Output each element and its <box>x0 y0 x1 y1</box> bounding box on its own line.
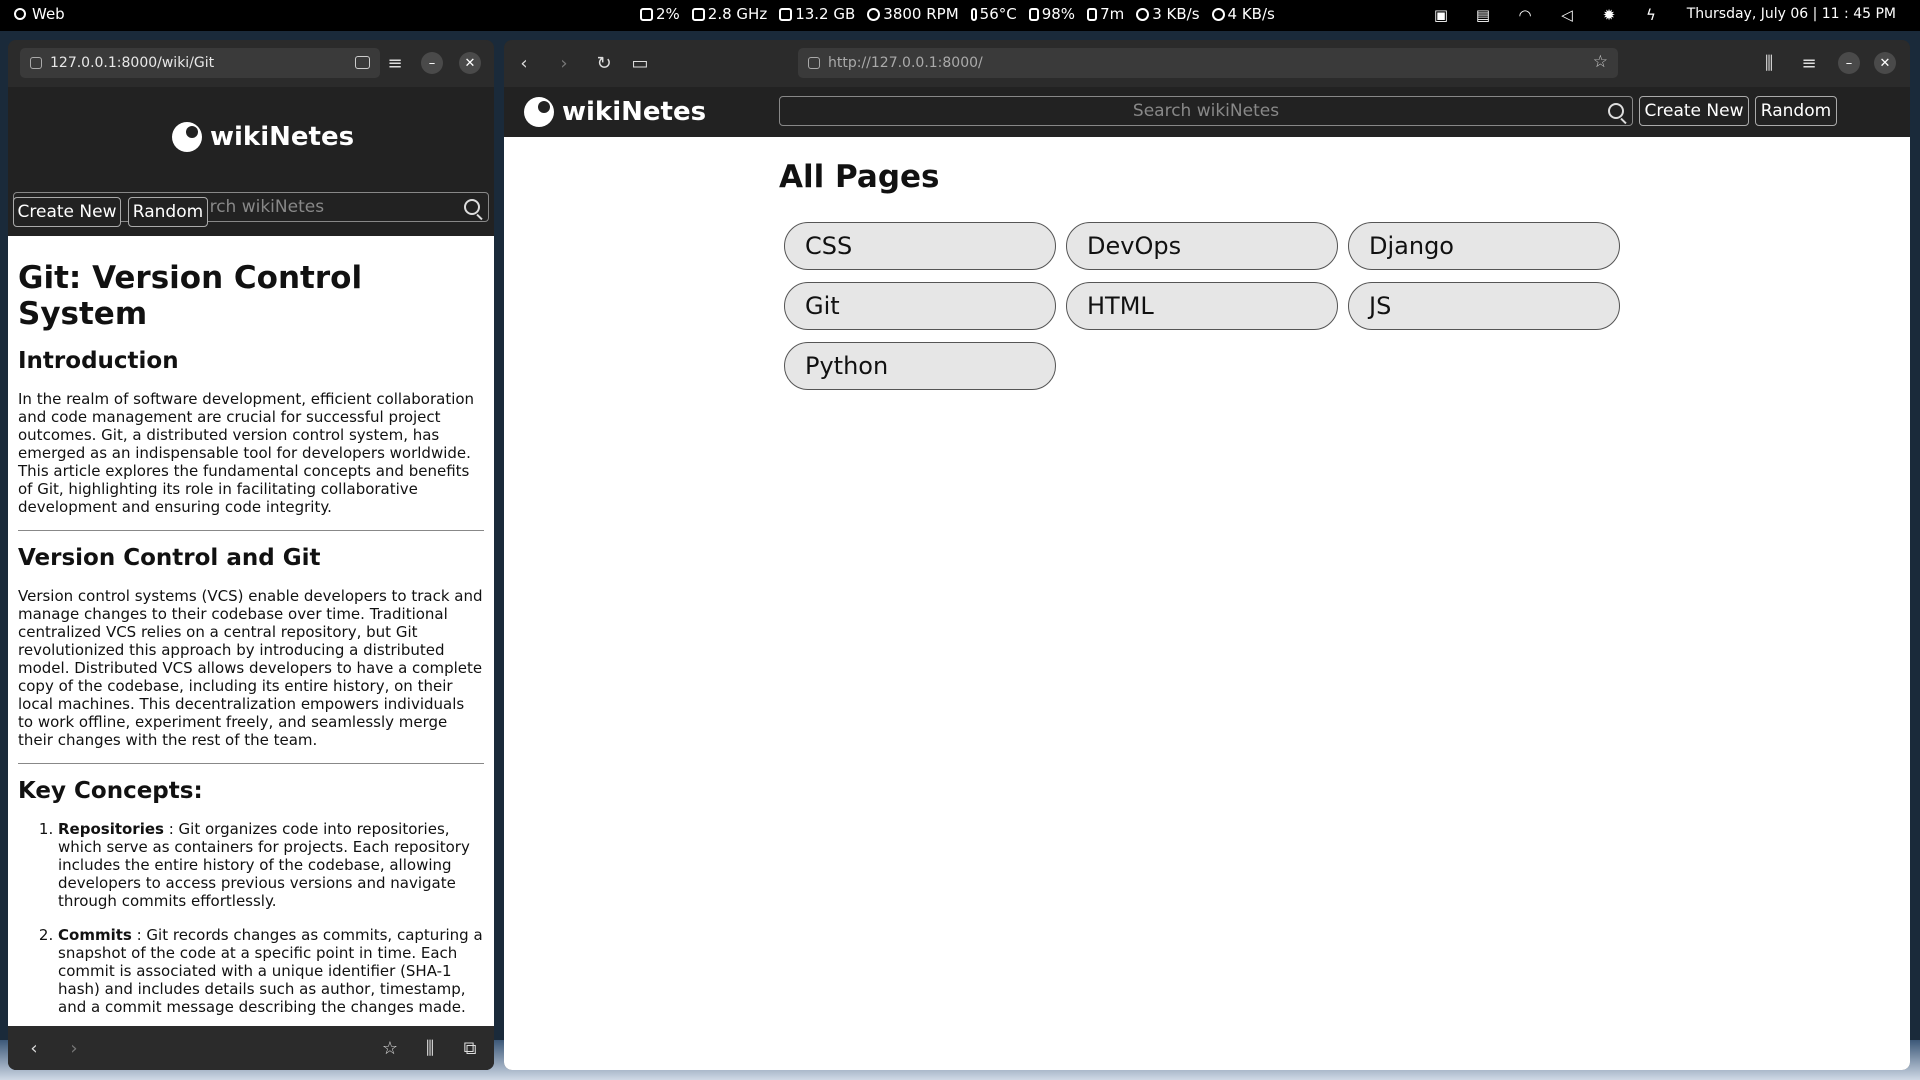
reload-icon[interactable]: ↻ <box>592 51 616 75</box>
clock[interactable]: Thursday, July 06 | 11 : 45 PM <box>1687 6 1896 22</box>
brightness-icon[interactable]: ✹ <box>1598 4 1620 26</box>
left-url-text: 127.0.0.1:8000/wiki/Git <box>50 55 215 71</box>
minimize-button[interactable]: – <box>421 52 443 74</box>
article: Git: Version Control System Introduction… <box>8 236 494 1026</box>
all-pages-content: All Pages CSS DevOps Django Git HTML JS … <box>504 137 1910 1070</box>
right-url-bar[interactable]: http://127.0.0.1:8000/ ☆ <box>798 48 1618 78</box>
divider <box>18 530 484 531</box>
right-url-text: http://127.0.0.1:8000/ <box>828 55 983 71</box>
page-icon <box>30 57 42 69</box>
uptime-stat: 7m <box>1087 5 1124 23</box>
disk-icon <box>1028 7 1039 21</box>
tab-icon[interactable]: ▭ <box>628 51 652 75</box>
logo-icon <box>524 97 554 127</box>
divider <box>18 763 484 764</box>
globe-icon <box>14 8 26 20</box>
display-icon[interactable]: ▤ <box>1472 4 1494 26</box>
search-icon[interactable] <box>1608 103 1624 119</box>
page-link-devops[interactable]: DevOps <box>1066 222 1338 270</box>
left-url-bar[interactable]: 127.0.0.1:8000/wiki/Git <box>20 48 380 78</box>
site-name: wikiNetes <box>210 122 355 152</box>
fan-stat: 3800 RPM <box>867 5 959 23</box>
upload-stat: 3 KB/s <box>1136 5 1200 23</box>
system-top-bar: Web 2% 2.8 GHz 13.2 GB 3800 RPM 56°C 98%… <box>0 0 1920 31</box>
back-icon[interactable]: ‹ <box>22 1036 46 1060</box>
page-link-django[interactable]: Django <box>1348 222 1620 270</box>
vcs-paragraph: Version control systems (VCS) enable dev… <box>18 587 483 749</box>
list-item: Repositories : Git organizes code into r… <box>58 820 484 910</box>
key-concepts-list: Repositories : Git organizes code into r… <box>18 820 484 1016</box>
power-icon[interactable]: ϟ <box>1640 4 1662 26</box>
list-item: Commits : Git records changes as commits… <box>58 926 484 1016</box>
wifi-icon[interactable]: ◠ <box>1514 4 1536 26</box>
page-link-css[interactable]: CSS <box>784 222 1056 270</box>
create-new-button[interactable]: Create New <box>1639 96 1749 126</box>
left-bottom-toolbar: ‹ › ☆ ⫼ ⧉ <box>8 1026 494 1070</box>
page-link-git[interactable]: Git <box>784 282 1056 330</box>
minimize-button[interactable]: – <box>1838 52 1860 74</box>
thermometer-icon <box>970 7 977 21</box>
browser-window-right: ‹ › ↻ ▭ http://127.0.0.1:8000/ ☆ ⫼ ≡ – ✕… <box>504 40 1910 1070</box>
intro-paragraph: In the realm of software development, ef… <box>18 390 475 516</box>
app-menu[interactable]: Web <box>14 5 65 23</box>
site-logo[interactable]: wikiNetes <box>172 122 354 152</box>
chip-icon <box>691 7 705 21</box>
right-search-input[interactable]: Search wikiNetes <box>779 96 1633 126</box>
page-icon <box>808 57 820 69</box>
library-icon[interactable]: ⫼ <box>1757 51 1781 75</box>
menu-icon[interactable]: ≡ <box>1797 51 1821 75</box>
close-button[interactable]: ✕ <box>459 52 481 74</box>
page-link-js[interactable]: JS <box>1348 282 1620 330</box>
battery-icon <box>1087 7 1098 21</box>
page-link-html[interactable]: HTML <box>1066 282 1338 330</box>
site-name: wikiNetes <box>562 97 707 127</box>
term: Repositories <box>58 820 164 838</box>
search-placeholder: Search wikiNetes <box>1132 101 1280 121</box>
system-stats: 2% 2.8 GHz 13.2 GB 3800 RPM 56°C 98% 7m … <box>640 5 1275 23</box>
article-title: Git: Version Control System <box>18 260 363 332</box>
left-window-titlebar: 127.0.0.1:8000/wiki/Git ≡ – ✕ <box>8 40 494 87</box>
reader-mode-icon[interactable] <box>355 56 370 69</box>
right-window-titlebar: ‹ › ↻ ▭ http://127.0.0.1:8000/ ☆ ⫼ ≡ – ✕ <box>504 40 1910 87</box>
menu-icon[interactable]: ≡ <box>383 51 407 75</box>
memory-icon <box>779 7 793 21</box>
close-button[interactable]: ✕ <box>1874 52 1896 74</box>
random-button[interactable]: Random <box>128 197 208 227</box>
library-icon[interactable]: ⫼ <box>418 1036 442 1060</box>
page-link-python[interactable]: Python <box>784 342 1056 390</box>
bookmark-star-icon[interactable]: ☆ <box>378 1036 402 1060</box>
create-new-button[interactable]: Create New <box>13 197 121 227</box>
right-site-header: wikiNetes Search wikiNetes Create New Ra… <box>504 87 1910 137</box>
forward-icon[interactable]: › <box>552 51 576 75</box>
fan-icon <box>867 7 881 21</box>
search-icon[interactable] <box>464 199 480 215</box>
screenshot-icon[interactable]: ▣ <box>1430 4 1452 26</box>
app-name: Web <box>32 5 65 23</box>
site-logo[interactable]: wikiNetes <box>524 97 706 127</box>
back-icon[interactable]: ‹ <box>512 51 536 75</box>
memory-stat: 13.2 GB <box>779 5 855 23</box>
download-cloud-icon <box>1211 7 1225 21</box>
bookmark-star-icon[interactable]: ☆ <box>1593 52 1608 72</box>
disk-stat: 98% <box>1028 5 1075 23</box>
upload-cloud-icon <box>1136 7 1150 21</box>
logo-icon <box>172 122 202 152</box>
cpu-stat: 2% <box>640 5 680 23</box>
random-button[interactable]: Random <box>1755 96 1837 126</box>
vcs-heading: Version Control and Git <box>18 545 321 571</box>
cpu-icon <box>640 7 653 21</box>
tabs-icon[interactable]: ⧉ <box>458 1036 482 1060</box>
system-tray: ▣ ▤ ◠ ◁ ✹ ϟ <box>1430 4 1662 26</box>
key-concepts-heading: Key Concepts: <box>18 778 203 804</box>
intro-heading: Introduction <box>18 348 179 374</box>
page-title: All Pages <box>779 159 940 195</box>
download-stat: 4 KB/s <box>1211 5 1275 23</box>
browser-window-left: 127.0.0.1:8000/wiki/Git ≡ – ✕ wikiNetes … <box>8 40 494 1070</box>
term: Commits <box>58 926 132 944</box>
temp-stat: 56°C <box>970 5 1017 23</box>
volume-icon[interactable]: ◁ <box>1556 4 1578 26</box>
forward-icon[interactable]: › <box>62 1036 86 1060</box>
freq-stat: 2.8 GHz <box>691 5 767 23</box>
